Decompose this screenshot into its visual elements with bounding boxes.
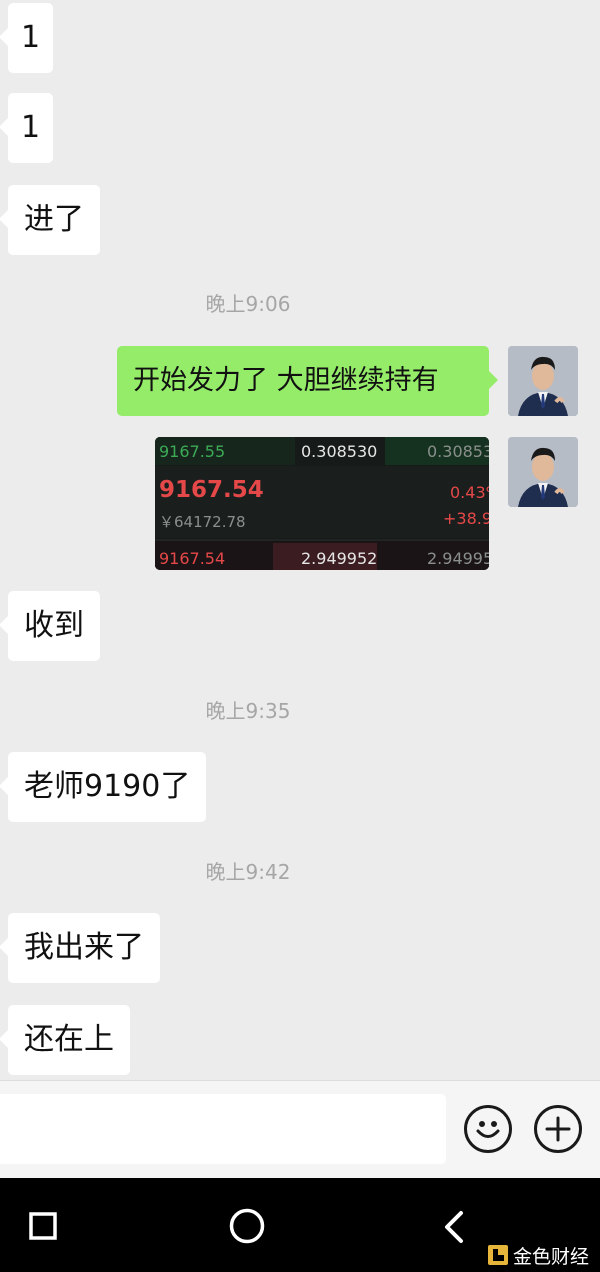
avatar-portrait [508, 346, 578, 416]
incoming-message[interactable]: 我出来了 [0, 913, 160, 983]
ask-amount: 2.949952 [301, 549, 378, 568]
back-chevron-icon[interactable] [441, 1210, 467, 1244]
incoming-message[interactable]: 还在上 [0, 1005, 130, 1075]
input-bar [0, 1080, 600, 1179]
square-icon[interactable] [29, 1212, 57, 1240]
incoming-message[interactable]: 收到 [0, 591, 100, 661]
watermark-text: 金色财经 [513, 1245, 590, 1268]
bid-amount: 0.308530 [301, 442, 378, 461]
price-change: +38.9 [443, 509, 489, 528]
incoming-message[interactable]: 老师9190了 [0, 752, 207, 822]
jinse-logo-icon [488, 1245, 508, 1265]
chat-area[interactable]: 1 1 进了 晚上9:06 开始发力了 大胆继续持有 9167.55 0.308… [0, 0, 600, 1080]
avatar[interactable] [508, 346, 578, 416]
ask-amount-2: 2.94995 [427, 549, 489, 568]
message-input[interactable] [0, 1094, 446, 1164]
incoming-message[interactable]: 1 [0, 3, 54, 73]
incoming-message[interactable]: 1 [0, 93, 54, 163]
last-price: 9167.54 [159, 477, 264, 503]
cny-price: ￥64172.78 [159, 513, 246, 531]
message-timestamp: 晚上9:42 [205, 860, 291, 884]
ask-price: 9167.54 [159, 549, 226, 568]
incoming-message[interactable]: 进了 [0, 185, 100, 255]
image-message[interactable]: 9167.55 0.308530 0.30853 9167.54 ￥64172.… [155, 437, 489, 570]
percent-change: 0.43% [450, 483, 489, 502]
message-timestamp: 晚上9:06 [205, 292, 291, 316]
avatar[interactable] [508, 437, 578, 507]
avatar-portrait [508, 437, 578, 507]
watermark: 金色财经 [487, 1242, 589, 1268]
emoji-icon[interactable] [464, 1105, 512, 1153]
bid-price: 9167.55 [159, 442, 226, 461]
message-timestamp: 晚上9:35 [205, 699, 291, 723]
plus-icon[interactable] [534, 1105, 582, 1153]
bid-amount-2: 0.30853 [427, 442, 489, 461]
outgoing-message[interactable]: 开始发力了 大胆继续持有 [117, 346, 498, 416]
circle-icon[interactable] [229, 1208, 265, 1244]
